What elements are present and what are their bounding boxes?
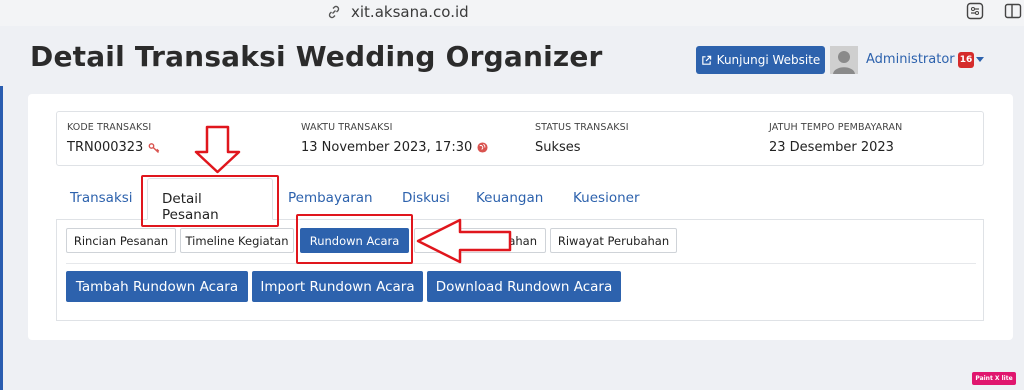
tab-transaksi[interactable]: Transaksi [70, 190, 133, 206]
info-value: TRN000323 [67, 140, 144, 155]
settings-icon[interactable] [966, 2, 984, 20]
avatar[interactable] [830, 46, 858, 74]
info-waktu: WAKTU TRANSAKSI 13 November 2023, 17:30 [301, 122, 488, 155]
download-rundown-button[interactable]: Download Rundown Acara [427, 271, 621, 302]
info-status: STATUS TRANSAKSI Sukses [535, 122, 629, 155]
key-icon [148, 142, 160, 153]
info-label: JATUH TEMPO PEMBAYARAN [769, 122, 903, 133]
subtab-rincian-pesanan[interactable]: Rincian Pesanan [66, 228, 176, 253]
watermark-badge: Paint X lite [972, 372, 1016, 385]
info-label: KODE TRANSAKSI [67, 122, 152, 133]
tab-kuesioner[interactable]: Kuesioner [573, 190, 640, 206]
sidebar-icon[interactable] [1004, 2, 1022, 20]
chevron-down-icon[interactable] [976, 57, 984, 62]
link-icon [328, 5, 340, 19]
import-rundown-button[interactable]: Import Rundown Acara [252, 271, 423, 302]
annotation-highlight-subtab [296, 214, 413, 264]
info-label: WAKTU TRANSAKSI [301, 122, 393, 133]
add-rundown-button[interactable]: Tambah Rundown Acara [66, 271, 248, 302]
info-value: 23 Desember 2023 [769, 140, 894, 155]
page-title: Detail Transaksi Wedding Organizer [30, 40, 603, 73]
visit-website-button[interactable]: Kunjungi Website [696, 46, 825, 74]
info-jatuh-tempo: JATUH TEMPO PEMBAYARAN 23 Desember 2023 [769, 122, 902, 155]
transaction-summary: KODE TRANSAKSI TRN000323 WAKTU TRANSAKSI… [56, 111, 984, 166]
subtab-timeline-kegiatan[interactable]: Timeline Kegiatan [180, 228, 294, 253]
tab-keuangan[interactable]: Keuangan [476, 190, 543, 206]
info-value: Sukses [535, 140, 581, 155]
info-kode: KODE TRANSAKSI TRN000323 [67, 122, 160, 155]
url-display[interactable]: xit.aksana.co.id [326, 3, 469, 21]
tab-diskusi[interactable]: Diskusi [402, 190, 450, 206]
url-text: xit.aksana.co.id [351, 3, 469, 21]
external-link-icon [701, 55, 711, 65]
notification-badge: 16 [958, 52, 974, 68]
annotation-highlight-tab [141, 175, 279, 227]
divider [66, 263, 976, 264]
user-silhouette-icon [833, 51, 855, 74]
info-label: STATUS TRANSAKSI [535, 122, 629, 133]
user-name[interactable]: Administrator [866, 52, 955, 67]
info-value: 13 November 2023, 17:30 [301, 140, 473, 155]
subtab-riwayat-perubahan[interactable]: Riwayat Perubahan [550, 228, 677, 253]
visit-website-label: Kunjungi Website [716, 53, 821, 67]
sidebar-edge [0, 86, 3, 390]
tab-pembayaran[interactable]: Pembayaran [288, 190, 373, 206]
browser-url-bar [0, 0, 1024, 26]
subtab-hidden[interactable]: ahan [414, 228, 546, 253]
globe-icon [477, 142, 488, 153]
